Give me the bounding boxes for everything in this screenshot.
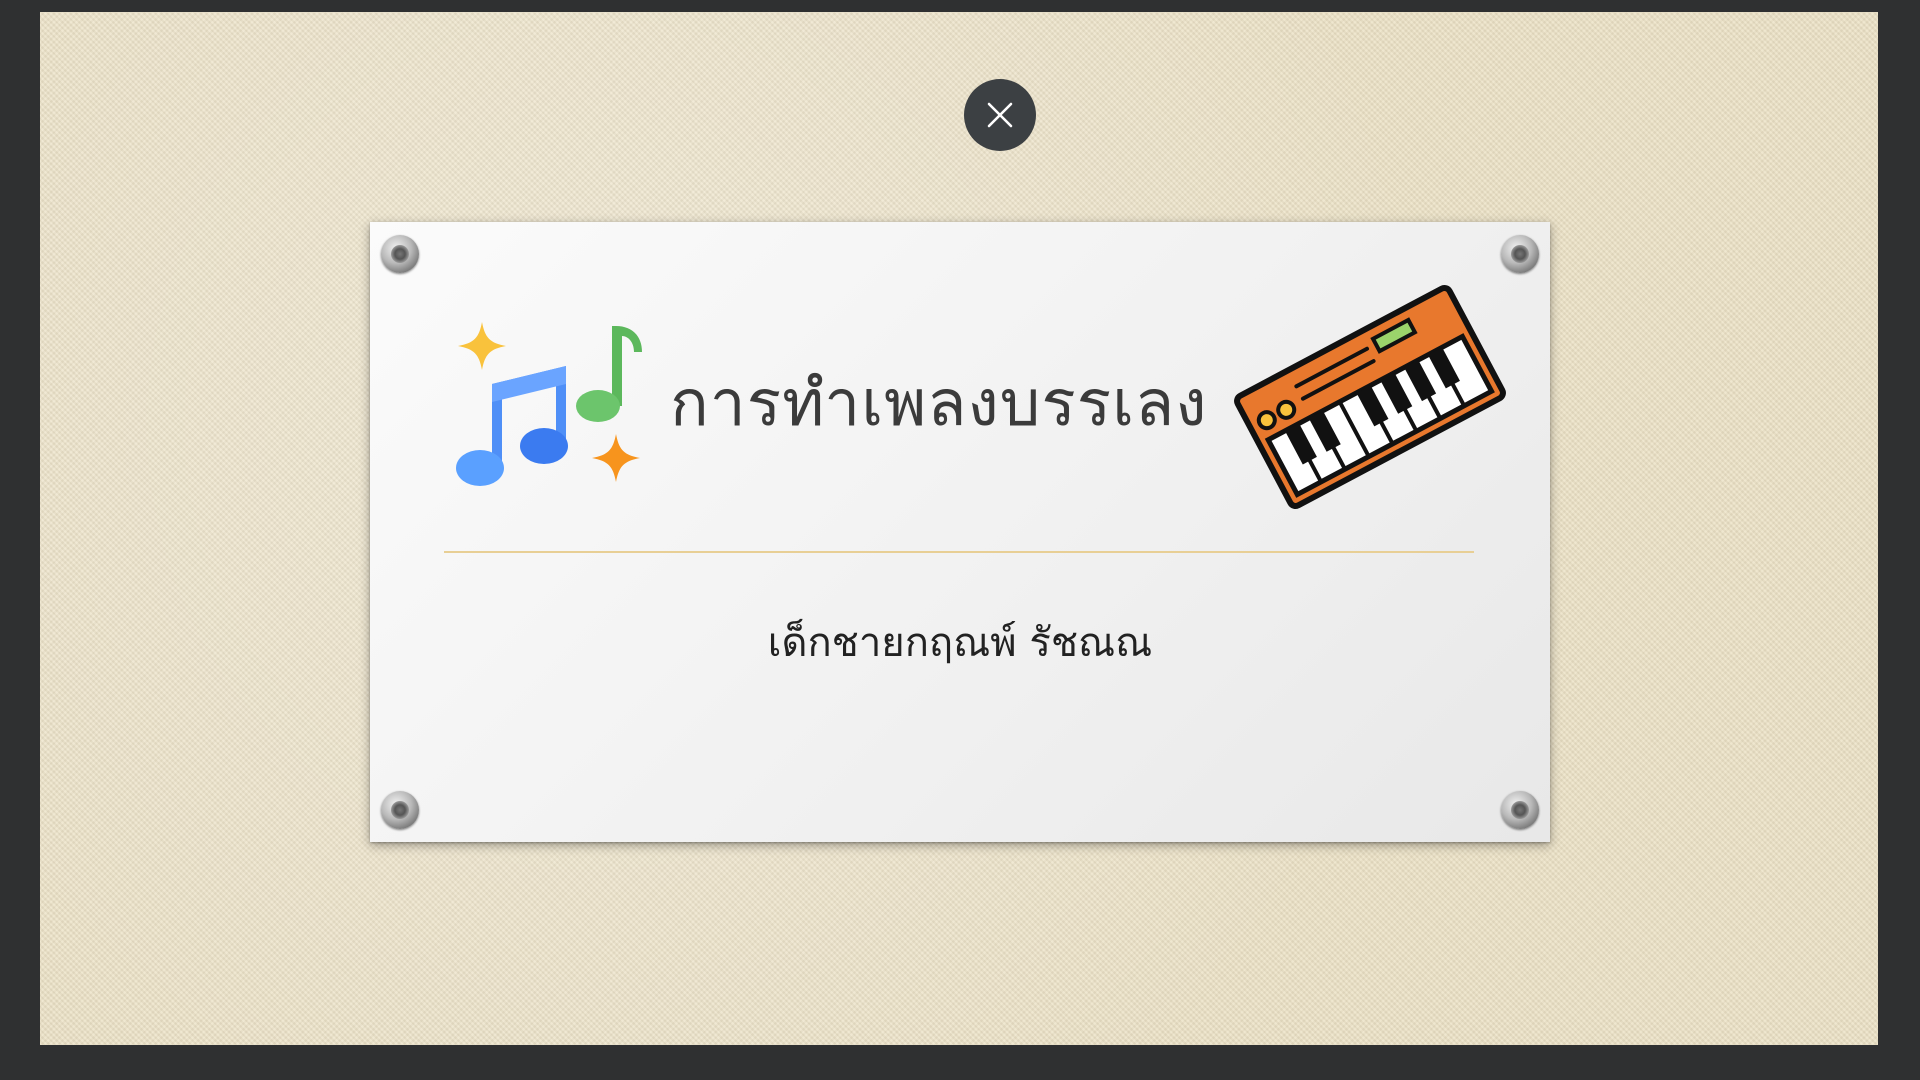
slide-subtitle: เด็กชายกฤณพ์ รัชณณ	[767, 620, 1153, 666]
close-icon	[987, 102, 1013, 128]
synthesizer-keyboard-icon	[1234, 285, 1506, 509]
presentation-viewer: การทำเพลงบรรเลง เด็กชายกฤณพ์ รัชณณ	[0, 0, 1920, 1080]
rivet-decoration	[1501, 235, 1539, 273]
slide-canvas: การทำเพลงบรรเลง เด็กชายกฤณพ์ รัชณณ	[40, 12, 1878, 1045]
music-notes-sparkle-icon	[456, 322, 642, 486]
title-divider	[444, 551, 1474, 553]
rivet-decoration	[381, 235, 419, 273]
close-button[interactable]	[964, 79, 1036, 151]
rivet-decoration	[1501, 791, 1539, 829]
rivet-decoration	[381, 791, 419, 829]
slide-title: การทำเพลงบรรเลง	[670, 367, 1208, 441]
title-card: การทำเพลงบรรเลง เด็กชายกฤณพ์ รัชณณ	[370, 222, 1550, 842]
